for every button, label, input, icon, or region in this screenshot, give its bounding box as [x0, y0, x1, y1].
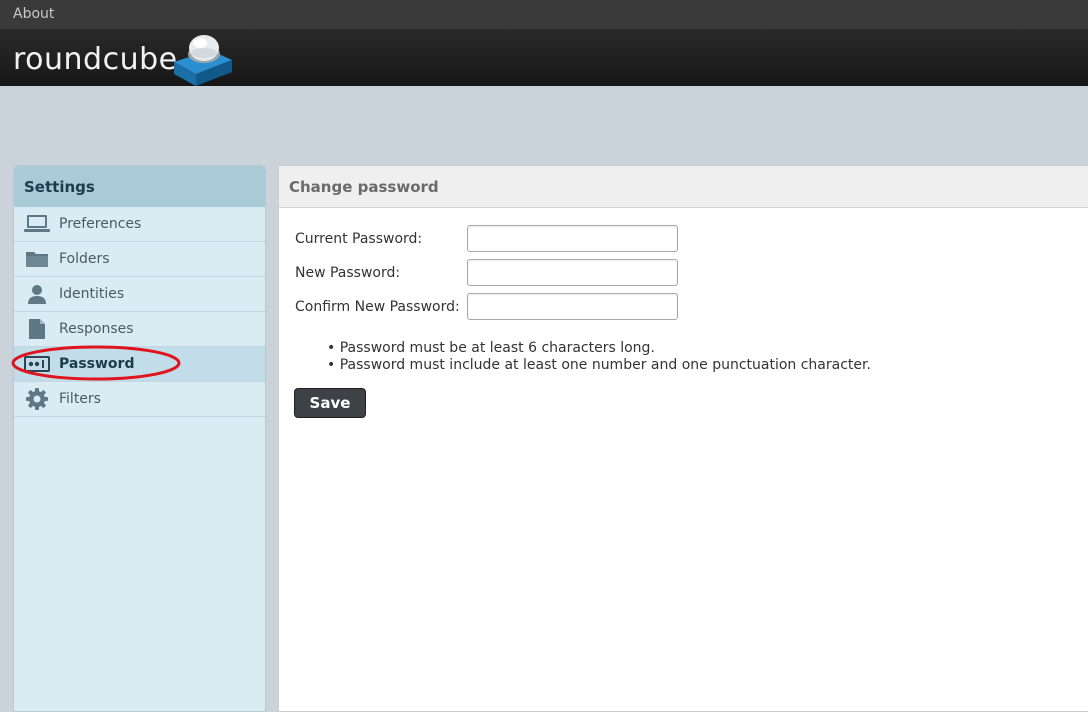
- current-password-label: Current Password:: [295, 230, 423, 247]
- folder-icon: [24, 247, 50, 271]
- change-password-panel: Change password Current Password: New Pa…: [278, 165, 1088, 712]
- current-password-row: Current Password:: [295, 225, 678, 252]
- logo-text: roundcube: [13, 42, 178, 77]
- new-password-row: New Password:: [295, 259, 678, 286]
- sidebar-item-label: Password: [59, 356, 135, 372]
- new-password-input[interactable]: [467, 259, 678, 286]
- app-header: roundcube: [0, 29, 1088, 86]
- top-bar: About: [0, 0, 1088, 30]
- password-rule: Password must be at least 6 characters l…: [327, 340, 871, 357]
- sidebar-item-label: Folders: [59, 251, 110, 267]
- monitor-icon: [24, 212, 50, 236]
- confirm-password-row: Confirm New Password:: [295, 293, 678, 320]
- sidebar-title: Settings: [14, 166, 265, 207]
- password-rule: Password must include at least one numbe…: [327, 357, 871, 374]
- roundcube-logo-icon: [174, 35, 232, 86]
- sidebar-item-responses[interactable]: Responses: [14, 312, 265, 347]
- sidebar-item-label: Identities: [59, 286, 125, 302]
- confirm-password-label: Confirm New Password:: [295, 298, 460, 315]
- person-icon: [24, 282, 50, 306]
- gear-icon: [24, 387, 50, 411]
- sidebar-item-password[interactable]: Password: [11, 345, 265, 382]
- password-icon: [24, 352, 50, 376]
- sidebar-item-identities[interactable]: Identities: [14, 277, 265, 312]
- save-button[interactable]: Save: [294, 388, 366, 418]
- sidebar-item-folders[interactable]: Folders: [14, 242, 265, 277]
- confirm-password-input[interactable]: [467, 293, 678, 320]
- sidebar-item-label: Responses: [59, 321, 134, 337]
- sidebar-item-label: Preferences: [59, 216, 142, 232]
- current-password-input[interactable]: [467, 225, 678, 252]
- sidebar-item-preferences[interactable]: Preferences: [14, 207, 265, 242]
- new-password-label: New Password:: [295, 264, 401, 281]
- document-icon: [24, 317, 50, 341]
- sidebar-item-label: Filters: [59, 391, 101, 407]
- password-rules: Password must be at least 6 characters l…: [327, 340, 871, 374]
- about-link[interactable]: About: [13, 6, 54, 22]
- settings-sidebar: Settings Preferences Folders Identities …: [11, 165, 266, 712]
- page-title: Change password: [279, 166, 1088, 208]
- sidebar-item-filters[interactable]: Filters: [14, 382, 265, 417]
